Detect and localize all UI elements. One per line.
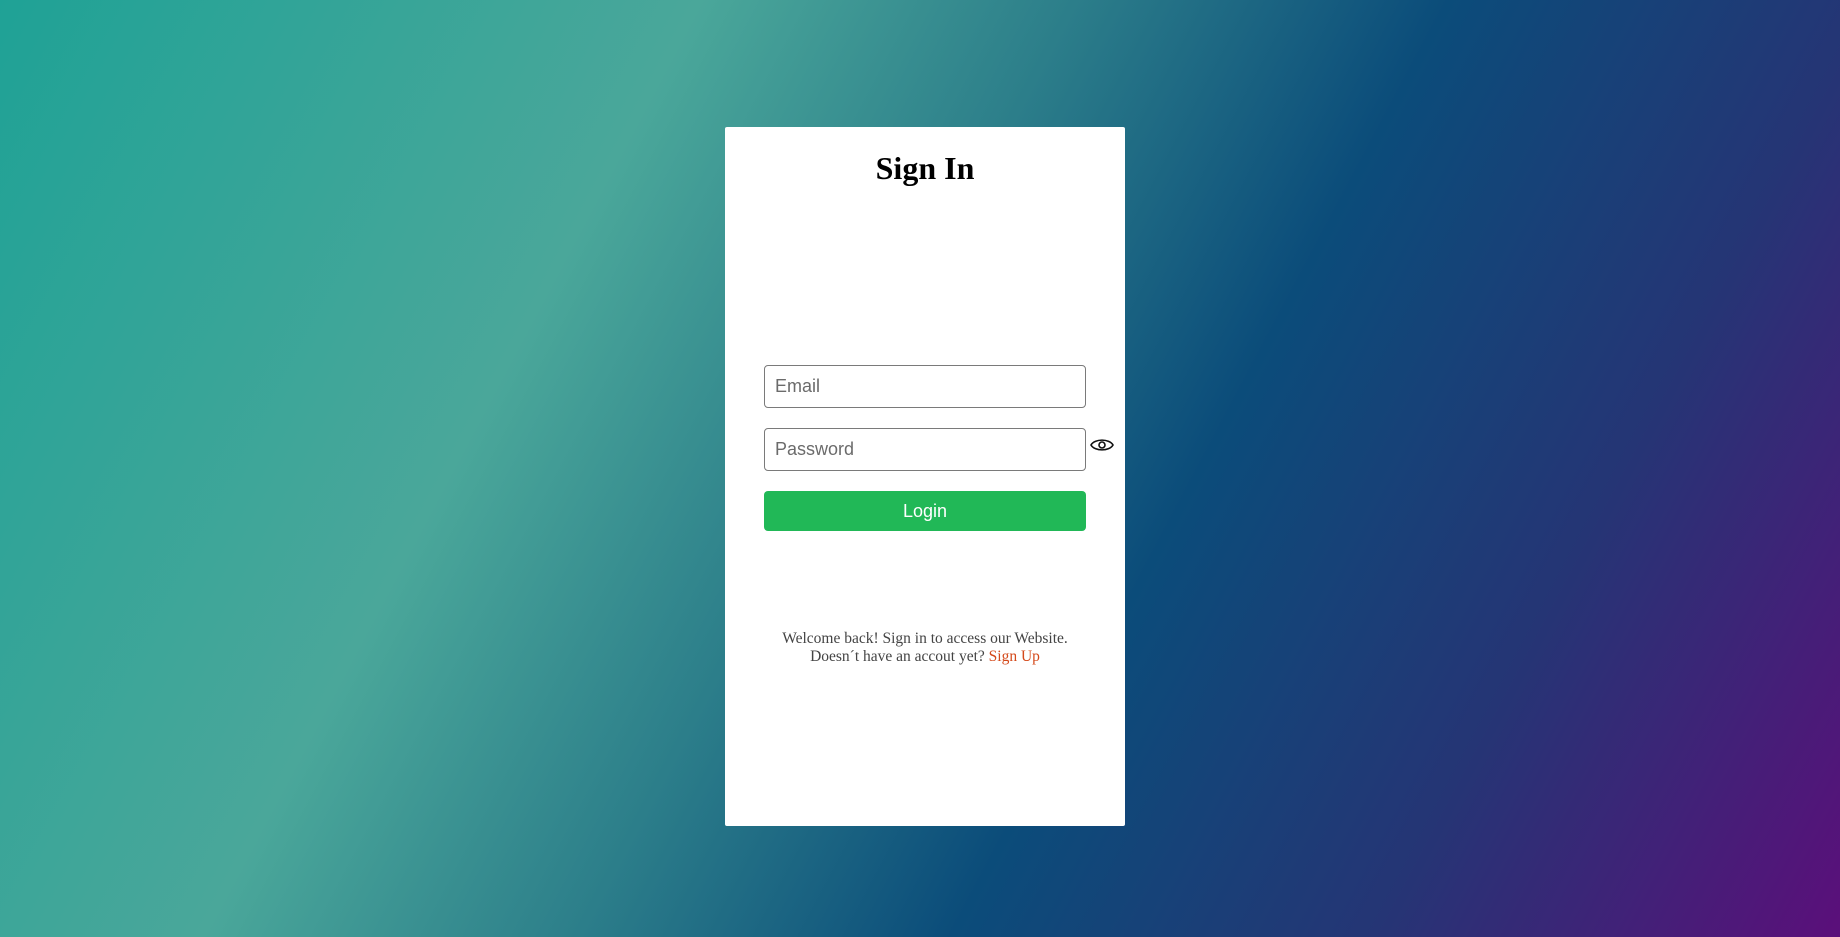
- password-input[interactable]: [764, 428, 1086, 471]
- login-button[interactable]: Login: [764, 491, 1086, 531]
- page-title: Sign In: [875, 150, 975, 186]
- no-account-line: Doesn´t have an accout yet? Sign Up: [725, 648, 1125, 666]
- signin-footer: Welcome back! Sign in to access our Webs…: [725, 630, 1125, 666]
- signup-link[interactable]: Sign Up: [989, 648, 1040, 665]
- welcome-text: Welcome back! Sign in to access our Webs…: [782, 630, 1068, 647]
- eye-icon[interactable]: [1089, 432, 1115, 458]
- signin-card: Sign In Login Welcome back! Sign in to a…: [725, 127, 1125, 826]
- email-input[interactable]: [764, 365, 1086, 408]
- no-account-text: Doesn´t have an accout yet?: [810, 648, 985, 665]
